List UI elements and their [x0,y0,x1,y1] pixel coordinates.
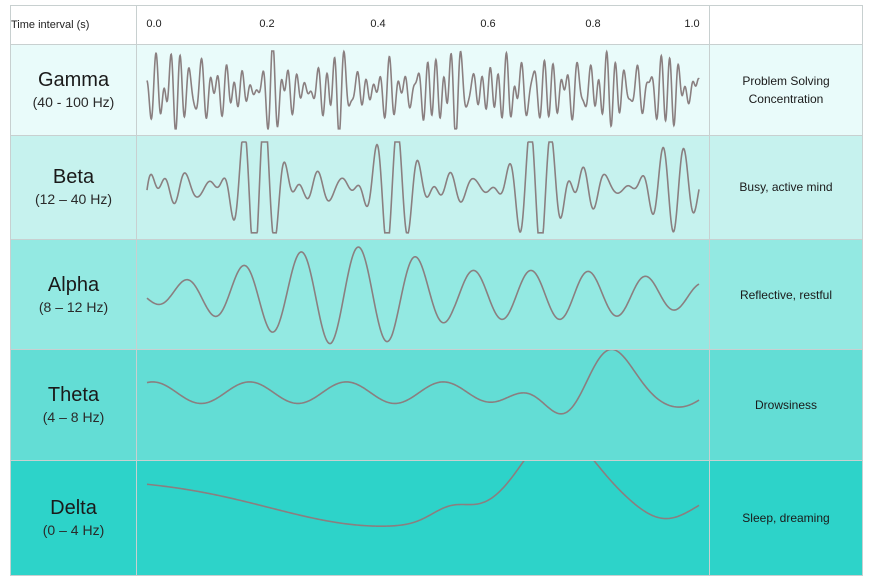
beta-wave [146,141,700,234]
band-row-alpha: Alpha (8 – 12 Hz) Reflective, restful [10,238,863,351]
band-name: Gamma [37,68,110,91]
band-state-cell: Reflective, restful [709,238,863,351]
wave-cell [136,238,710,351]
band-label-cell: Gamma (40 - 100 Hz) [10,44,137,136]
band-range: (8 – 12 Hz) [38,298,109,315]
band-state: Problem Solving [742,73,830,88]
alpha-wave-path [146,245,700,345]
gamma-wave [146,49,700,130]
band-name: Theta [47,384,100,407]
delta-wave-path [146,461,700,528]
band-state-cell: Drowsiness [709,349,863,462]
band-row-beta: Beta (12 – 40 Hz) Busy, active mind [10,134,863,240]
tick-label: 0.4 [370,18,386,30]
band-state: Drowsiness [754,398,817,413]
band-row-theta: Theta (4 – 8 Hz) Drowsiness [10,349,863,462]
band-label-cell: Beta (12 – 40 Hz) [10,134,137,240]
theta-wave-path [146,350,700,416]
time-axis: 0.0 0.2 0.4 0.6 0.8 1.0 [136,5,710,45]
band-state: Reflective, restful [739,287,833,302]
gamma-wave-path [146,49,700,130]
header-row: Time interval (s) 0.0 0.2 0.4 0.6 0.8 1.… [10,5,863,45]
band-label-cell: Theta (4 – 8 Hz) [10,349,137,462]
band-row-delta: Delta (0 – 4 Hz) Sleep, dreaming [10,460,863,577]
tick-label: 1.0 [684,18,700,30]
theta-wave [146,350,700,416]
wave-cell [136,460,710,577]
wave-cell [136,349,710,462]
band-range: (40 - 100 Hz) [32,93,115,110]
band-state: Sleep, dreaming [742,511,830,526]
wave-cell [136,134,710,240]
band-state-cell: Sleep, dreaming [709,460,863,577]
delta-wave [146,461,700,528]
band-state: Busy, active mind [739,180,833,195]
band-label-cell: Delta (0 – 4 Hz) [10,460,137,577]
beta-wave-path [146,141,700,234]
time-interval-label: Time interval (s) [10,5,137,45]
header-empty-cell [709,5,863,45]
band-row-gamma: Gamma (40 - 100 Hz) Problem Solving Conc… [10,44,863,136]
tick-label: 0.8 [585,18,601,30]
wave-cell [136,44,710,136]
tick-label: 0.2 [259,18,275,30]
band-label-cell: Alpha (8 – 12 Hz) [10,238,137,351]
band-name: Beta [52,166,95,189]
tick-label: 0.6 [480,18,496,30]
band-range: (0 – 4 Hz) [42,522,105,539]
band-name: Delta [50,497,97,520]
alpha-wave [146,245,700,345]
tick-label: 0.0 [146,18,162,30]
band-name: Alpha [47,273,100,296]
band-state-cell: Busy, active mind [709,134,863,240]
band-state: Concentration [748,91,824,106]
brainwave-table: Time interval (s) 0.0 0.2 0.4 0.6 0.8 1.… [10,5,863,577]
band-range: (12 – 40 Hz) [34,191,113,208]
band-range: (4 – 8 Hz) [42,409,105,426]
band-state-cell: Problem Solving Concentration [709,44,863,136]
